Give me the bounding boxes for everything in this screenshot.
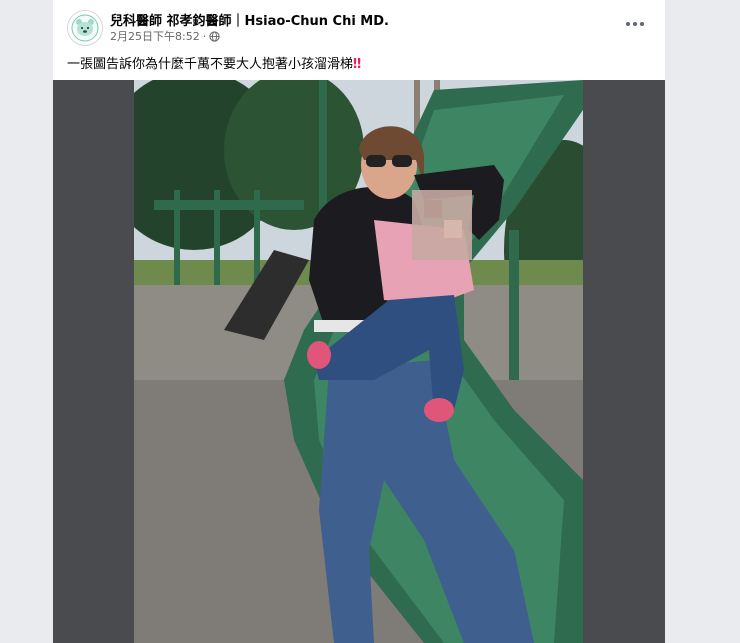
post-author-name[interactable]: 兒科醫師 祁孝鈞醫師｜Hsiao-Chun Chi MD. <box>110 10 389 29</box>
more-options-icon[interactable] <box>623 15 647 33</box>
photo-post <box>509 230 519 380</box>
post-photo[interactable] <box>134 80 583 643</box>
post-timestamp[interactable]: 2月25日下午8:52 <box>110 28 200 44</box>
more-dot <box>626 22 630 26</box>
double-exclamation-emoji: ‼ <box>353 57 362 72</box>
bear-avatar-icon <box>71 14 99 42</box>
post-card: 兒科醫師 祁孝鈞醫師｜Hsiao-Chun Chi MD. 2月25日下午8:5… <box>53 0 665 643</box>
photo-blur-pixel <box>424 200 442 218</box>
caption-text: 一張圖告訴你為什麼千萬不要大人抱著小孩溜滑梯 <box>67 57 354 72</box>
photo-blur-pixel <box>444 220 462 238</box>
meta-separator: · <box>202 29 207 43</box>
author-avatar[interactable] <box>67 10 103 46</box>
photo-child-shoe <box>424 398 454 422</box>
photo-post <box>254 190 260 285</box>
photo-post <box>214 190 220 285</box>
photo-child-shoe <box>307 341 331 369</box>
more-dot <box>640 22 644 26</box>
photo-post <box>174 190 180 285</box>
post-media[interactable] <box>53 80 665 643</box>
post-header: 兒科醫師 祁孝鈞醫師｜Hsiao-Chun Chi MD. 2月25日下午8:5… <box>53 0 665 80</box>
post-caption: 一張圖告訴你為什麼千萬不要大人抱著小孩溜滑梯‼ <box>67 53 361 72</box>
more-dot <box>633 22 637 26</box>
post-meta: 2月25日下午8:52 · <box>110 28 220 44</box>
globe-icon[interactable] <box>209 30 220 42</box>
photo-sunglasses <box>366 155 386 167</box>
photo-sunglasses <box>392 155 412 167</box>
